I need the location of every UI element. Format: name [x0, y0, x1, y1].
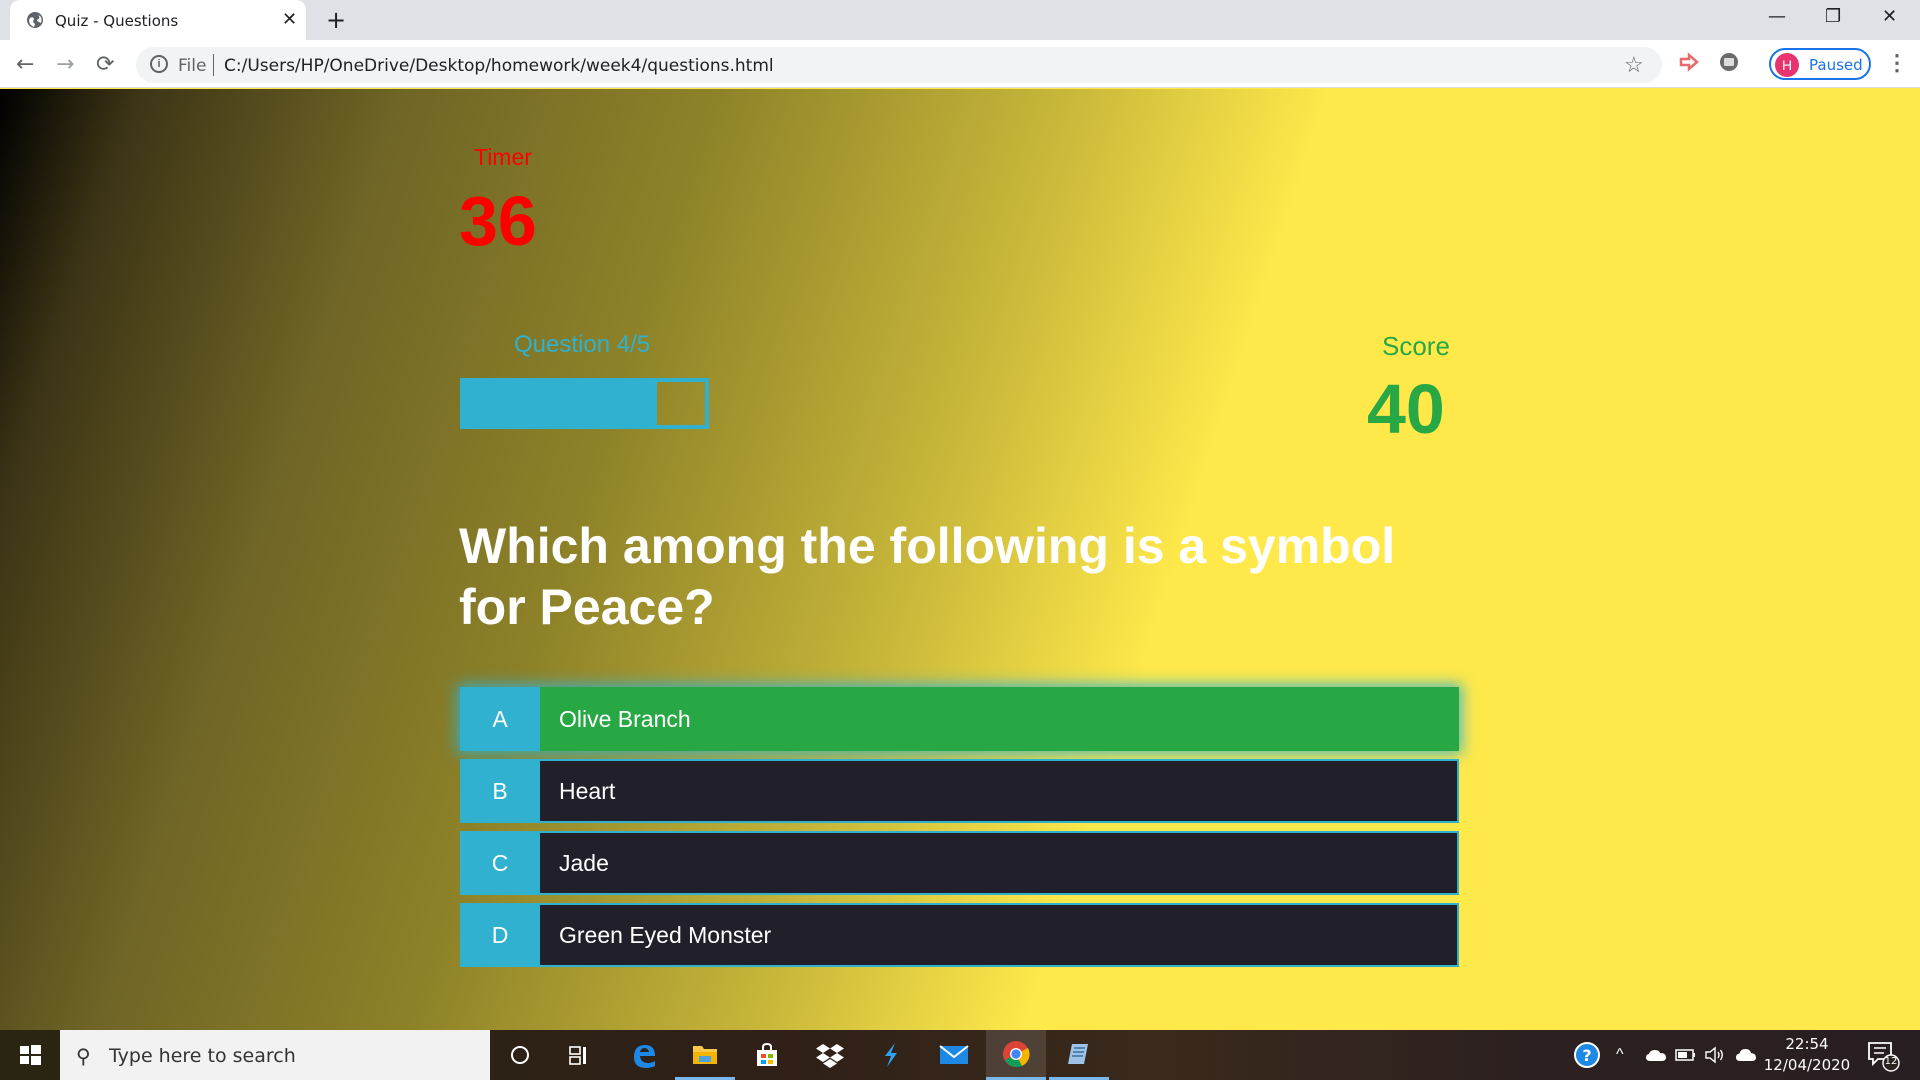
timer-label: Timer — [474, 144, 532, 170]
notification-center-icon[interactable]: 12 — [1866, 1038, 1900, 1072]
answer-list: A Olive Branch B Heart C Jade D Green Ey… — [460, 687, 1460, 975]
notification-count: 12 — [1884, 1056, 1898, 1067]
progress-bar — [460, 378, 709, 429]
battery-icon[interactable] — [1675, 1030, 1697, 1080]
score-label: Score — [1382, 331, 1450, 361]
answer-text: Olive Branch — [540, 687, 1459, 751]
info-icon[interactable]: i — [150, 55, 168, 73]
task-view-icon[interactable] — [550, 1030, 610, 1080]
quiz-page: Timer 36 Question 4/5 Score 40 Which amo… — [0, 89, 1920, 1030]
chrome-icon[interactable] — [986, 1030, 1046, 1080]
browser-tab[interactable]: Quiz - Questions ✕ — [10, 0, 306, 40]
search-placeholder: Type here to search — [109, 1045, 296, 1067]
taskbar-search-box[interactable]: ⚲ Type here to search — [60, 1030, 490, 1080]
bookmark-star-icon[interactable]: ☆ — [1624, 52, 1644, 78]
cortana-icon[interactable] — [490, 1030, 550, 1080]
progress-fill — [464, 382, 657, 425]
back-icon[interactable]: ← — [16, 52, 34, 77]
url-text[interactable]: C:/Users/HP/OneDrive/Desktop/homework/we… — [224, 56, 774, 76]
system-clock[interactable]: 22:54 12/04/2020 — [1762, 1034, 1852, 1076]
avatar: H — [1775, 53, 1799, 77]
close-tab-icon[interactable]: ✕ — [282, 9, 297, 30]
mail-icon[interactable] — [924, 1030, 984, 1080]
globe-icon — [27, 12, 43, 28]
timer-value: 36 — [459, 182, 537, 260]
answer-text: Heart — [540, 759, 1459, 823]
extension-circle-icon[interactable] — [1718, 51, 1740, 73]
answer-prefix: A — [460, 687, 540, 751]
answer-option-c[interactable]: C Jade — [460, 831, 1459, 895]
extension-arrow-icon[interactable] — [1678, 51, 1700, 73]
address-separator — [213, 54, 214, 76]
clock-time: 22:54 — [1785, 1035, 1829, 1053]
answer-option-b[interactable]: B Heart — [460, 759, 1459, 823]
question-text: Which among the following is a symbol fo… — [459, 518, 1396, 635]
svg-text:?: ? — [1582, 1046, 1591, 1065]
volume-icon[interactable] — [1704, 1030, 1726, 1080]
close-window-icon[interactable]: ✕ — [1882, 6, 1897, 27]
profile-button[interactable]: H Paused — [1769, 48, 1871, 80]
profile-status: Paused — [1809, 56, 1863, 74]
file-explorer-icon[interactable] — [675, 1030, 735, 1080]
tab-title: Quiz - Questions — [55, 12, 179, 30]
answer-text: Green Eyed Monster — [540, 903, 1459, 967]
clock-date: 12/04/2020 — [1763, 1056, 1851, 1074]
reload-icon[interactable]: ⟳ — [96, 52, 114, 77]
cloud-sync-icon[interactable] — [1735, 1030, 1757, 1080]
restore-icon[interactable]: ❐ — [1825, 6, 1841, 27]
browser-menu-icon[interactable]: ⋮ — [1886, 50, 1908, 76]
help-icon[interactable]: ? — [1573, 1030, 1601, 1080]
minimize-icon[interactable]: — — [1768, 6, 1786, 27]
file-label: File — [178, 56, 207, 76]
chevron-up-icon[interactable]: ^ — [1616, 1030, 1624, 1080]
answer-prefix: D — [460, 903, 540, 967]
answer-prefix: B — [460, 759, 540, 823]
new-tab-button[interactable]: + — [326, 6, 346, 34]
question-counter: Question 4/5 — [514, 331, 651, 358]
store-icon[interactable] — [737, 1030, 797, 1080]
notepad-icon[interactable] — [1049, 1030, 1109, 1080]
score-value: 40 — [1367, 370, 1445, 448]
answer-option-a[interactable]: A Olive Branch — [460, 687, 1459, 751]
answer-option-d[interactable]: D Green Eyed Monster — [460, 903, 1459, 967]
onedrive-icon[interactable] — [1645, 1030, 1667, 1080]
forward-icon[interactable]: → — [56, 52, 74, 77]
taskbar: ⚲ Type here to search ? ^ 22:54 12/04/20… — [0, 1030, 1920, 1080]
answer-text: Jade — [540, 831, 1459, 895]
edge-browser-icon[interactable] — [614, 1030, 674, 1080]
dropbox-icon[interactable] — [800, 1030, 860, 1080]
browser-tab-strip: Quiz - Questions ✕ + — ❐ ✕ — [0, 0, 1920, 40]
answer-prefix: C — [460, 831, 540, 895]
vscode-icon[interactable] — [861, 1030, 921, 1080]
address-bar[interactable]: i File C:/Users/HP/OneDrive/Desktop/home… — [136, 47, 1662, 83]
windows-start-icon[interactable] — [0, 1030, 60, 1080]
browser-toolbar: ← → ⟳ i File C:/Users/HP/OneDrive/Deskto… — [0, 40, 1920, 88]
search-icon: ⚲ — [76, 1046, 91, 1068]
